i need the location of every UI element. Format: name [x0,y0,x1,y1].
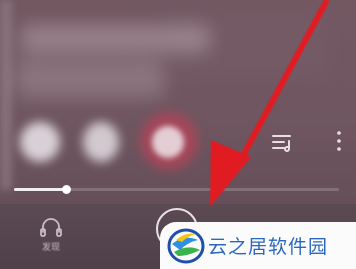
watermark-logo [167,228,205,264]
watermark-text: 云之居软件园 [208,236,329,258]
watermark: 云之居软件园 [160,222,356,269]
music-player-screen: 发现 云之居软件园 [0,0,356,269]
